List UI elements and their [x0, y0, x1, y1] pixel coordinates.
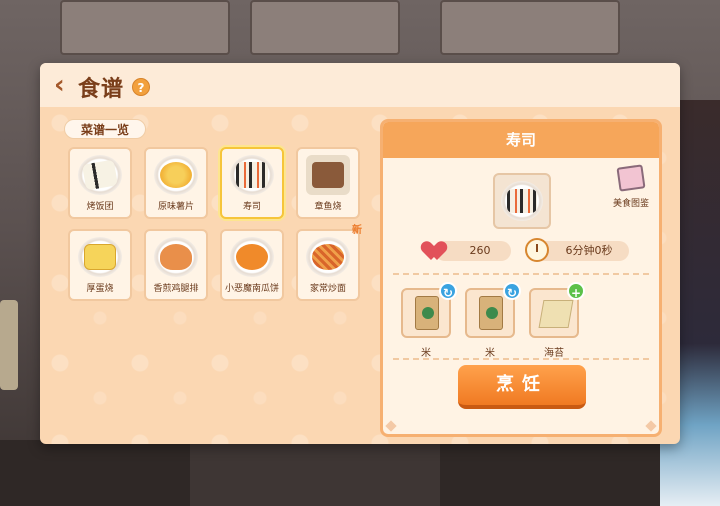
ingredient-slot-2[interactable]: ↻	[465, 282, 521, 338]
takoyaki-icon	[312, 162, 344, 188]
rice-bag-icon	[479, 296, 503, 330]
panel-header: ‹ 食谱 ?	[40, 63, 680, 107]
ingredient-name: 米	[421, 348, 431, 359]
recipe-card-onigiri[interactable]: 烤饭团	[68, 147, 132, 219]
divider	[393, 273, 649, 275]
upper-cabinet-left	[60, 0, 230, 55]
seaweed-icon	[538, 300, 574, 328]
heart-icon	[425, 238, 449, 262]
ingredient-name: 米	[485, 348, 495, 359]
ingredient-slot-3[interactable]: +	[529, 282, 585, 338]
recipe-card-chicken[interactable]: 香煎鸡腿排	[144, 229, 208, 301]
stove	[190, 440, 440, 506]
sushi-icon	[507, 189, 537, 213]
recipe-card-sushi[interactable]: 寿司	[220, 147, 284, 219]
recipe-name: 章鱼烧	[314, 202, 342, 212]
pumpkin-cake-icon	[236, 244, 268, 270]
recipe-panel: ‹ 食谱 ? 菜谱一览 烤饭团 原味薯片 寿司 章鱼烧 厚蛋烧 香煎鸡腿排 小恶…	[40, 63, 680, 444]
sushi-icon	[236, 162, 268, 188]
divider	[393, 358, 649, 360]
swap-icon[interactable]: ↻	[503, 282, 521, 300]
rice-bag-icon	[415, 296, 439, 330]
food-guide-label: 美食图鉴	[612, 199, 649, 209]
onigiri-icon	[81, 159, 119, 191]
dish-preview	[493, 173, 551, 229]
jar	[0, 300, 18, 390]
book-icon	[616, 164, 646, 192]
recipe-name: 原味薯片	[157, 202, 194, 212]
recipe-name: 烤饭团	[86, 202, 114, 212]
page-title: 食谱	[78, 77, 125, 102]
star-decoration	[385, 420, 397, 432]
recipe-name: 小恶魔南瓜饼	[224, 284, 279, 294]
upper-cabinet-right	[440, 0, 620, 55]
cook-time-value: 6分钟0秒	[535, 241, 629, 261]
clock-icon	[525, 238, 549, 262]
tamagoyaki-icon	[84, 244, 116, 270]
recipe-name: 香煎鸡腿排	[153, 284, 199, 294]
recipe-detail: 寿司 美食图鉴 260 6分钟0秒 ↻ 米 ↻ 米 + 海苔 烹饪	[380, 119, 662, 437]
back-button[interactable]: ‹	[54, 71, 76, 99]
cook-button[interactable]: 烹饪	[458, 365, 586, 409]
new-badge: 新	[352, 225, 362, 236]
fried-noodles-icon	[312, 244, 344, 270]
recipe-list-label: 菜谱一览	[64, 119, 146, 139]
chips-icon	[160, 162, 192, 188]
recipe-name: 厚蛋烧	[86, 284, 114, 294]
star-decoration	[645, 420, 657, 432]
ingredient-slot-1[interactable]: ↻	[401, 282, 457, 338]
recipe-card-takoyaki[interactable]: 章鱼烧	[296, 147, 360, 219]
add-icon[interactable]: +	[567, 282, 585, 300]
recipe-card-tamagoyaki[interactable]: 厚蛋烧	[68, 229, 132, 301]
recipe-card-chips[interactable]: 原味薯片	[144, 147, 208, 219]
recipe-card-noodles[interactable]: 新 家常炒面	[296, 225, 362, 301]
swap-icon[interactable]: ↻	[439, 282, 457, 300]
recipe-card-pumpkin[interactable]: 小恶魔南瓜饼	[220, 229, 284, 301]
upper-cabinet-middle	[250, 0, 400, 55]
help-button[interactable]: ?	[132, 78, 150, 96]
recipe-name: 寿司	[242, 202, 261, 212]
chicken-leg-icon	[160, 244, 192, 270]
detail-title: 寿司	[383, 122, 659, 158]
ingredient-name: 海苔	[544, 348, 564, 359]
chevron-left-icon: ‹	[54, 70, 65, 100]
recipe-name: 家常炒面	[309, 284, 346, 294]
food-guide-button[interactable]: 美食图鉴	[607, 164, 655, 216]
